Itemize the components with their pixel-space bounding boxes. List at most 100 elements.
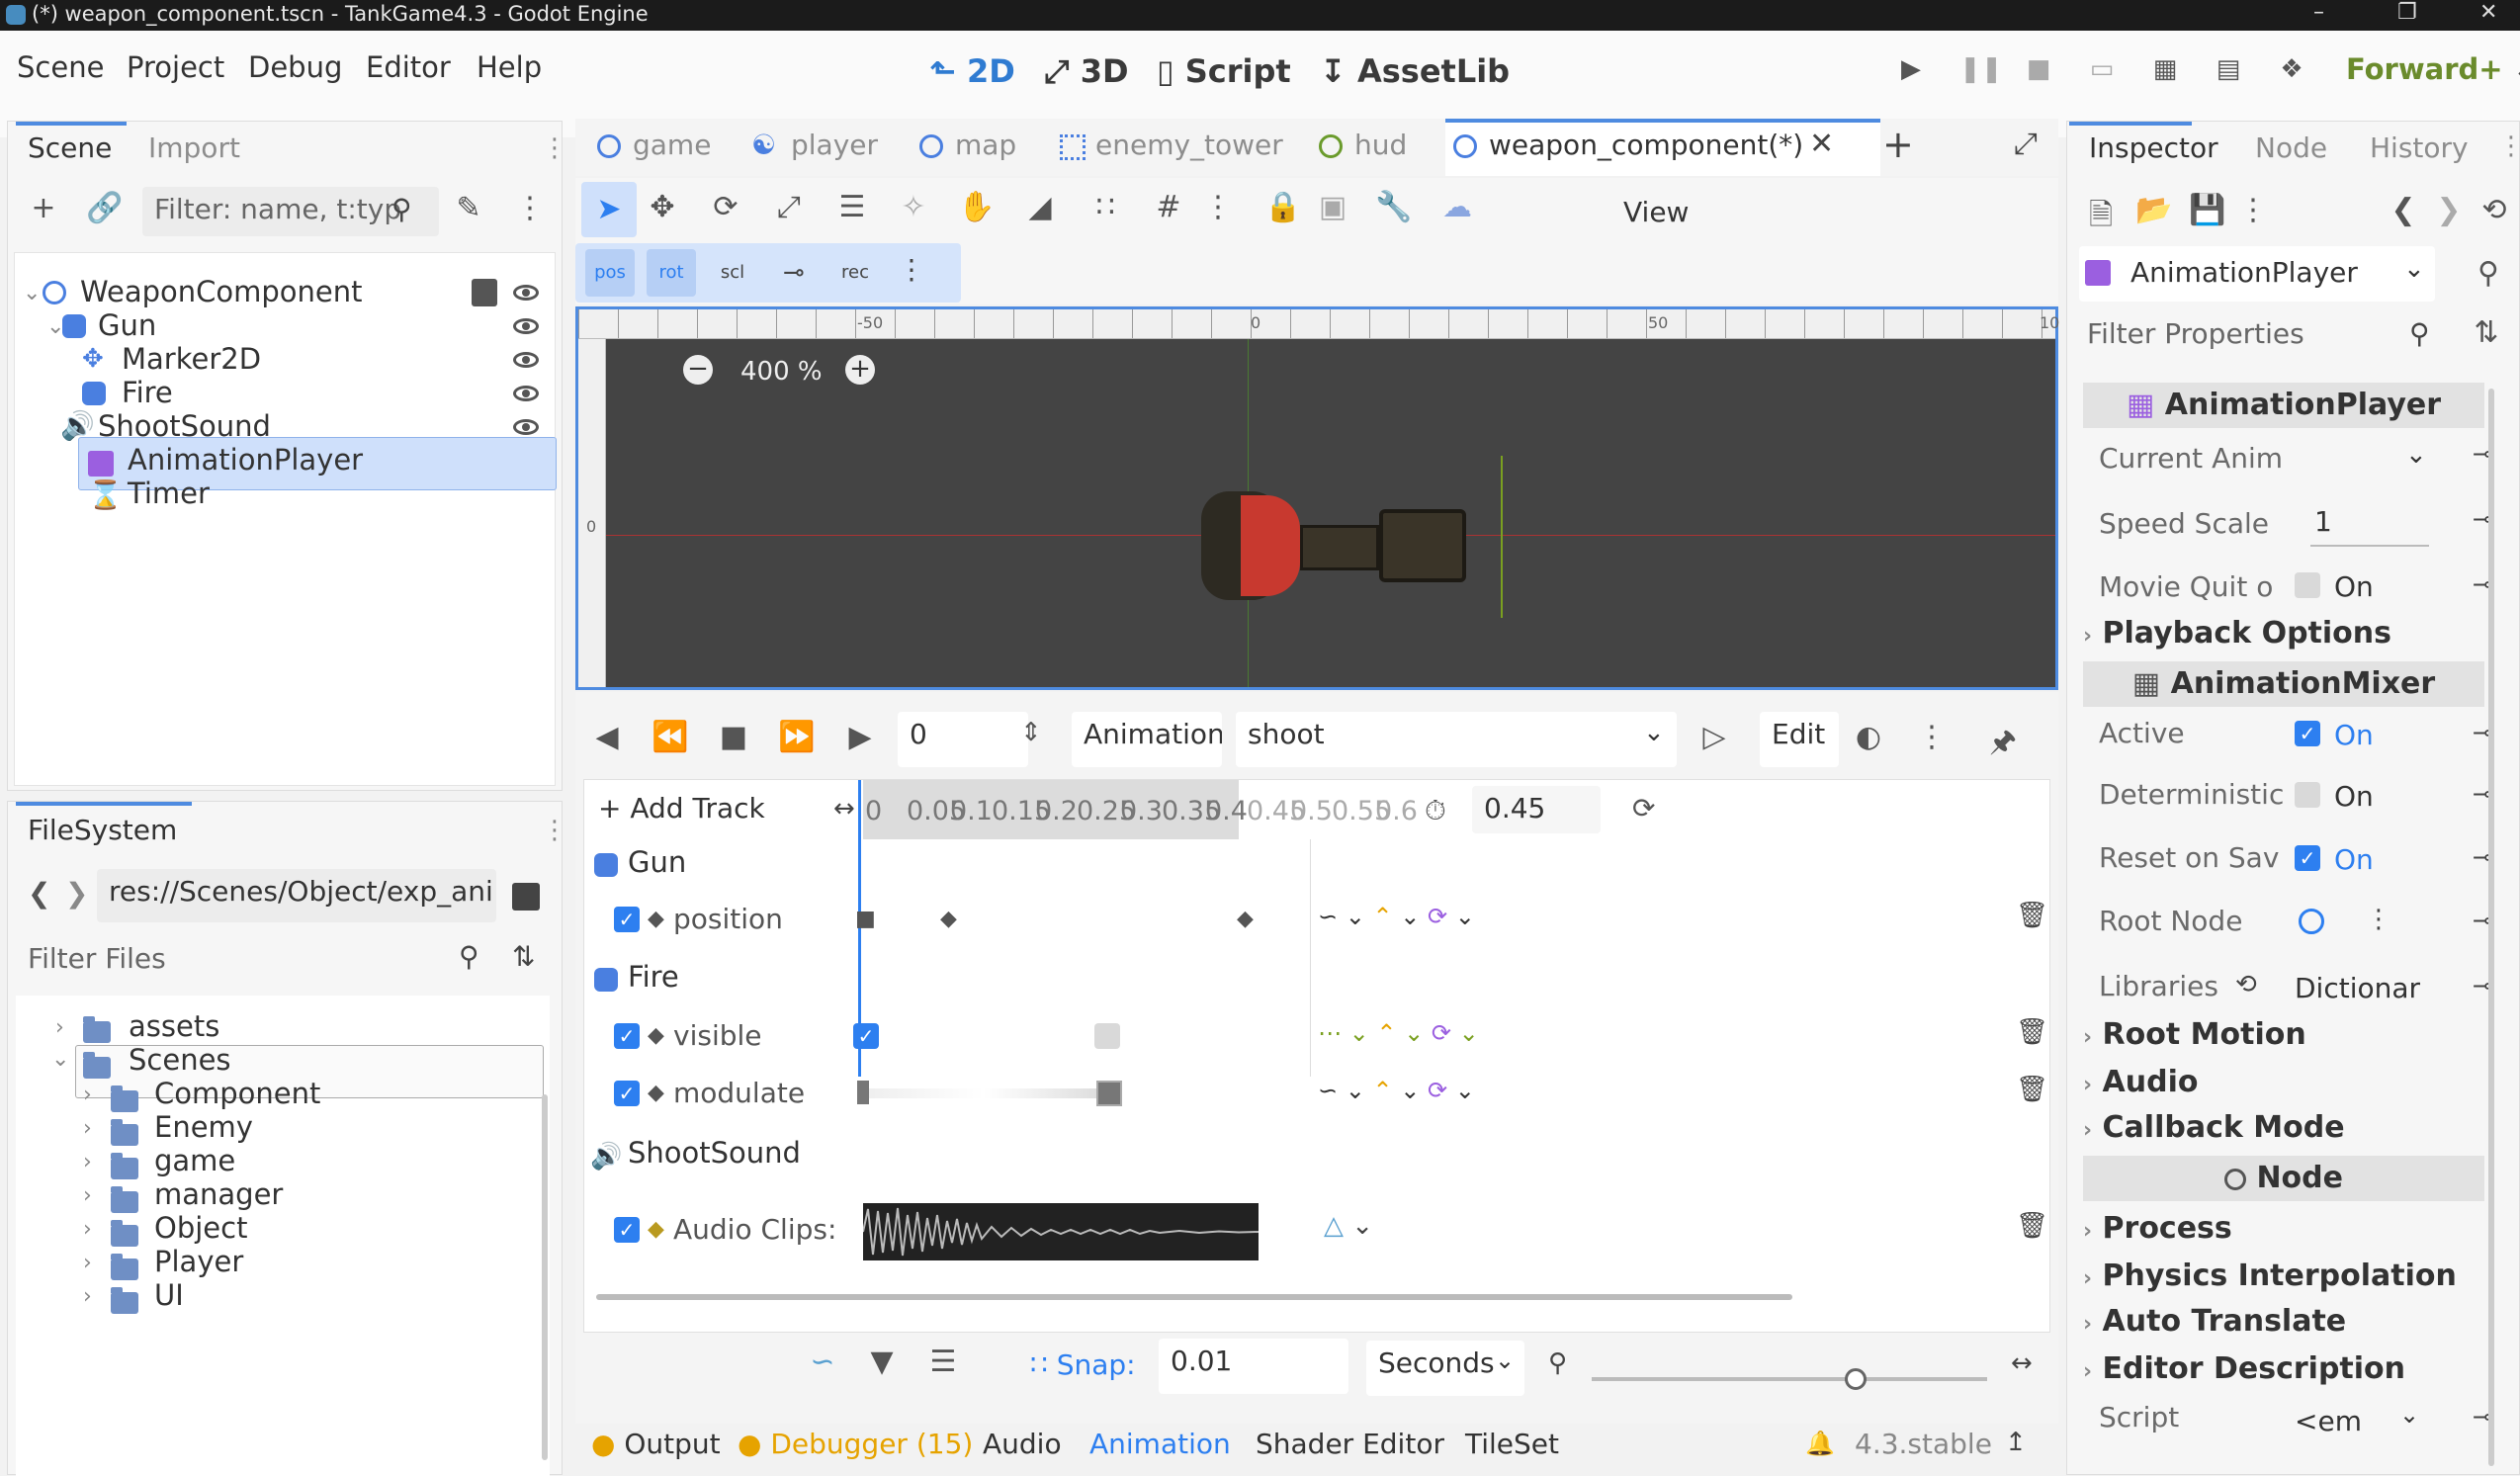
current-anim-dropdown[interactable]: ⌄ xyxy=(2405,440,2427,470)
libraries-value[interactable]: Dictionar xyxy=(2295,972,2420,1004)
fs-item-manager[interactable]: manager xyxy=(154,1177,283,1211)
audio-waveform[interactable] xyxy=(863,1203,1259,1260)
autoplay-icon[interactable]: ▷ xyxy=(1694,720,1734,754)
audio-handle-icon[interactable]: △ ⌄ xyxy=(1324,1211,1373,1241)
close-window-icon[interactable]: ✕ xyxy=(2479,0,2497,25)
dock-menu-icon[interactable]: ⋮ xyxy=(542,133,567,163)
link-icon[interactable]: 🔗 xyxy=(85,191,125,225)
animation-select[interactable]: shoot xyxy=(1236,712,1677,767)
interp-icon[interactable]: ∽ ⌄ ⌃ ⌄ ⟳ ⌄ xyxy=(1318,1077,1475,1104)
visibility-eye-icon[interactable] xyxy=(513,386,539,401)
particles-icon[interactable]: ☁ xyxy=(1437,190,1477,224)
chevron-down-icon[interactable]: ⌄ xyxy=(2399,1401,2419,1429)
track-group-shootsound[interactable]: ShootSound xyxy=(628,1136,801,1170)
back-icon[interactable]: ❮ xyxy=(28,877,50,910)
speed-scale-value[interactable]: 1 xyxy=(2314,505,2332,538)
tree-item-marker2d[interactable]: Marker2D xyxy=(122,342,261,376)
menu-scene[interactable]: Scene xyxy=(17,50,104,84)
group-icon[interactable]: ▣ xyxy=(1313,190,1352,224)
fs-item-enemy[interactable]: Enemy xyxy=(154,1110,253,1144)
new-resource-icon[interactable]: 🗎 xyxy=(2081,193,2121,243)
expand-icon[interactable]: › xyxy=(55,1015,64,1040)
list-select-icon[interactable]: ☰ xyxy=(832,190,872,224)
minimize-icon[interactable]: – xyxy=(2313,0,2324,25)
key-record-icon[interactable]: rec xyxy=(830,249,880,297)
key-position-icon[interactable]: pos xyxy=(585,249,635,297)
key-options-icon[interactable]: ⋮ xyxy=(898,253,925,286)
play-backwards-icon[interactable]: ◀ xyxy=(587,720,627,754)
workspace-2d-button[interactable]: ⬑ 2D xyxy=(929,52,1015,90)
track-visible[interactable]: visible xyxy=(673,1019,762,1052)
scene-tab-player[interactable]: player xyxy=(791,129,878,161)
play-start-icon[interactable]: ⏩ xyxy=(777,720,817,754)
snap-options-icon[interactable]: ⋮ xyxy=(1198,190,1238,224)
sort-icon[interactable]: ⇅ xyxy=(512,940,535,973)
dock-menu-icon[interactable]: ⋮ xyxy=(542,816,567,845)
key-scale-icon[interactable]: scl xyxy=(708,249,757,297)
debugger-button[interactable]: ● Debugger (15) xyxy=(738,1428,973,1460)
delete-track-icon[interactable]: 🗑 xyxy=(2016,1075,2048,1104)
interp-icon[interactable]: ∽ ⌄ ⌃ ⌄ ⟳ ⌄ xyxy=(1318,903,1475,930)
fs-item-component[interactable]: Component xyxy=(154,1077,320,1110)
onion-skin-icon[interactable]: ◐ xyxy=(1849,720,1888,754)
zoom-in-icon[interactable]: + xyxy=(845,355,875,385)
deterministic-checkbox[interactable] xyxy=(2295,782,2320,808)
split-mode-icon[interactable] xyxy=(512,883,540,911)
scene-tab-weapon-component[interactable]: weapon_component(*) xyxy=(1489,129,1803,161)
property-options-icon[interactable]: ⇅ xyxy=(2467,315,2506,350)
tree-item-timer[interactable]: Timer xyxy=(128,477,210,510)
track-enable-checkbox[interactable]: ✓ xyxy=(614,1081,640,1106)
tree-item-weaponcomponent[interactable]: WeaponComponent xyxy=(80,275,362,308)
expand-icon[interactable]: › xyxy=(83,1116,92,1141)
stop-animation-icon[interactable]: ■ xyxy=(714,720,753,754)
expand-panel-icon[interactable]: ↥ xyxy=(2005,1428,2027,1457)
node-info-icon[interactable]: ⚲ xyxy=(2469,256,2508,291)
scale-mode-icon[interactable]: ⤢ xyxy=(769,190,809,224)
snap-value-input[interactable]: 0.01 xyxy=(1159,1339,1348,1394)
visibility-eye-icon[interactable] xyxy=(513,318,539,334)
fs-scrollbar[interactable] xyxy=(542,1094,548,1460)
scene-tab-game[interactable]: game xyxy=(633,129,711,161)
ruler-icon[interactable]: ◢ xyxy=(1020,190,1060,224)
renderer-select[interactable]: Forward+ ⌄ xyxy=(2346,52,2520,86)
tab-node[interactable]: Node xyxy=(2255,131,2327,164)
root-node-icon[interactable] xyxy=(2299,909,2324,934)
audio-button[interactable]: Audio xyxy=(983,1428,1062,1460)
fs-item-game[interactable]: game xyxy=(154,1144,235,1177)
recent-history-icon[interactable]: ⟲ xyxy=(2475,193,2514,227)
lock-icon[interactable]: 🔒 xyxy=(1263,190,1303,224)
track-enable-checkbox[interactable]: ✓ xyxy=(614,907,640,932)
play-custom-icon[interactable]: ▤ xyxy=(2213,54,2244,84)
stop-icon[interactable]: ■ xyxy=(2023,54,2054,84)
revert-icon[interactable]: ⟲ xyxy=(2235,970,2257,999)
expand-icon[interactable]: › xyxy=(83,1284,92,1309)
tree-item-animationplayer[interactable]: AnimationPlayer xyxy=(128,443,363,477)
tab-history[interactable]: History xyxy=(2370,131,2469,164)
keyframe-icon[interactable]: ◆ xyxy=(940,907,957,931)
play-icon[interactable]: ▶ xyxy=(840,720,880,754)
expand-icon[interactable]: › xyxy=(83,1217,92,1242)
tab-scene[interactable]: Scene xyxy=(28,131,112,164)
pan-icon[interactable]: ✋ xyxy=(957,190,997,224)
edit-menu[interactable]: Edit xyxy=(1760,712,1839,767)
track-group-fire[interactable]: Fire xyxy=(628,960,679,994)
animation-menu[interactable]: Animation xyxy=(1072,712,1222,767)
workspace-script-button[interactable]: ▯ Script xyxy=(1157,52,1291,90)
scene-tab-hud[interactable]: hud xyxy=(1354,129,1407,161)
fs-item-object[interactable]: Object xyxy=(154,1211,247,1245)
menu-help[interactable]: Help xyxy=(477,50,542,84)
section-process[interactable]: › Process xyxy=(2083,1211,2232,1246)
scene-tab-enemy-tower[interactable]: enemy_tower xyxy=(1095,129,1283,161)
zoom-slider-handle[interactable] xyxy=(1845,1368,1867,1390)
timeline-width-icon[interactable]: ↔ xyxy=(833,794,855,824)
section-auto-translate[interactable]: › Auto Translate xyxy=(2083,1304,2346,1339)
animation-time-input[interactable]: 0 xyxy=(898,712,1028,767)
fs-item-assets[interactable]: assets xyxy=(129,1009,219,1043)
path-input[interactable]: res://Scenes/Object/exp_ani xyxy=(97,869,496,922)
fit-timeline-icon[interactable]: ↔ xyxy=(2011,1348,2033,1378)
play-scene-icon[interactable]: ▦ xyxy=(2149,54,2181,84)
load-resource-icon[interactable]: 📂 xyxy=(2134,193,2174,227)
tab-filesystem[interactable]: FileSystem xyxy=(28,814,177,846)
viewport-2d[interactable]: -50 0 50 10 0 − 400 % + xyxy=(575,306,2059,690)
history-back-icon[interactable]: ❮ xyxy=(2384,193,2423,227)
